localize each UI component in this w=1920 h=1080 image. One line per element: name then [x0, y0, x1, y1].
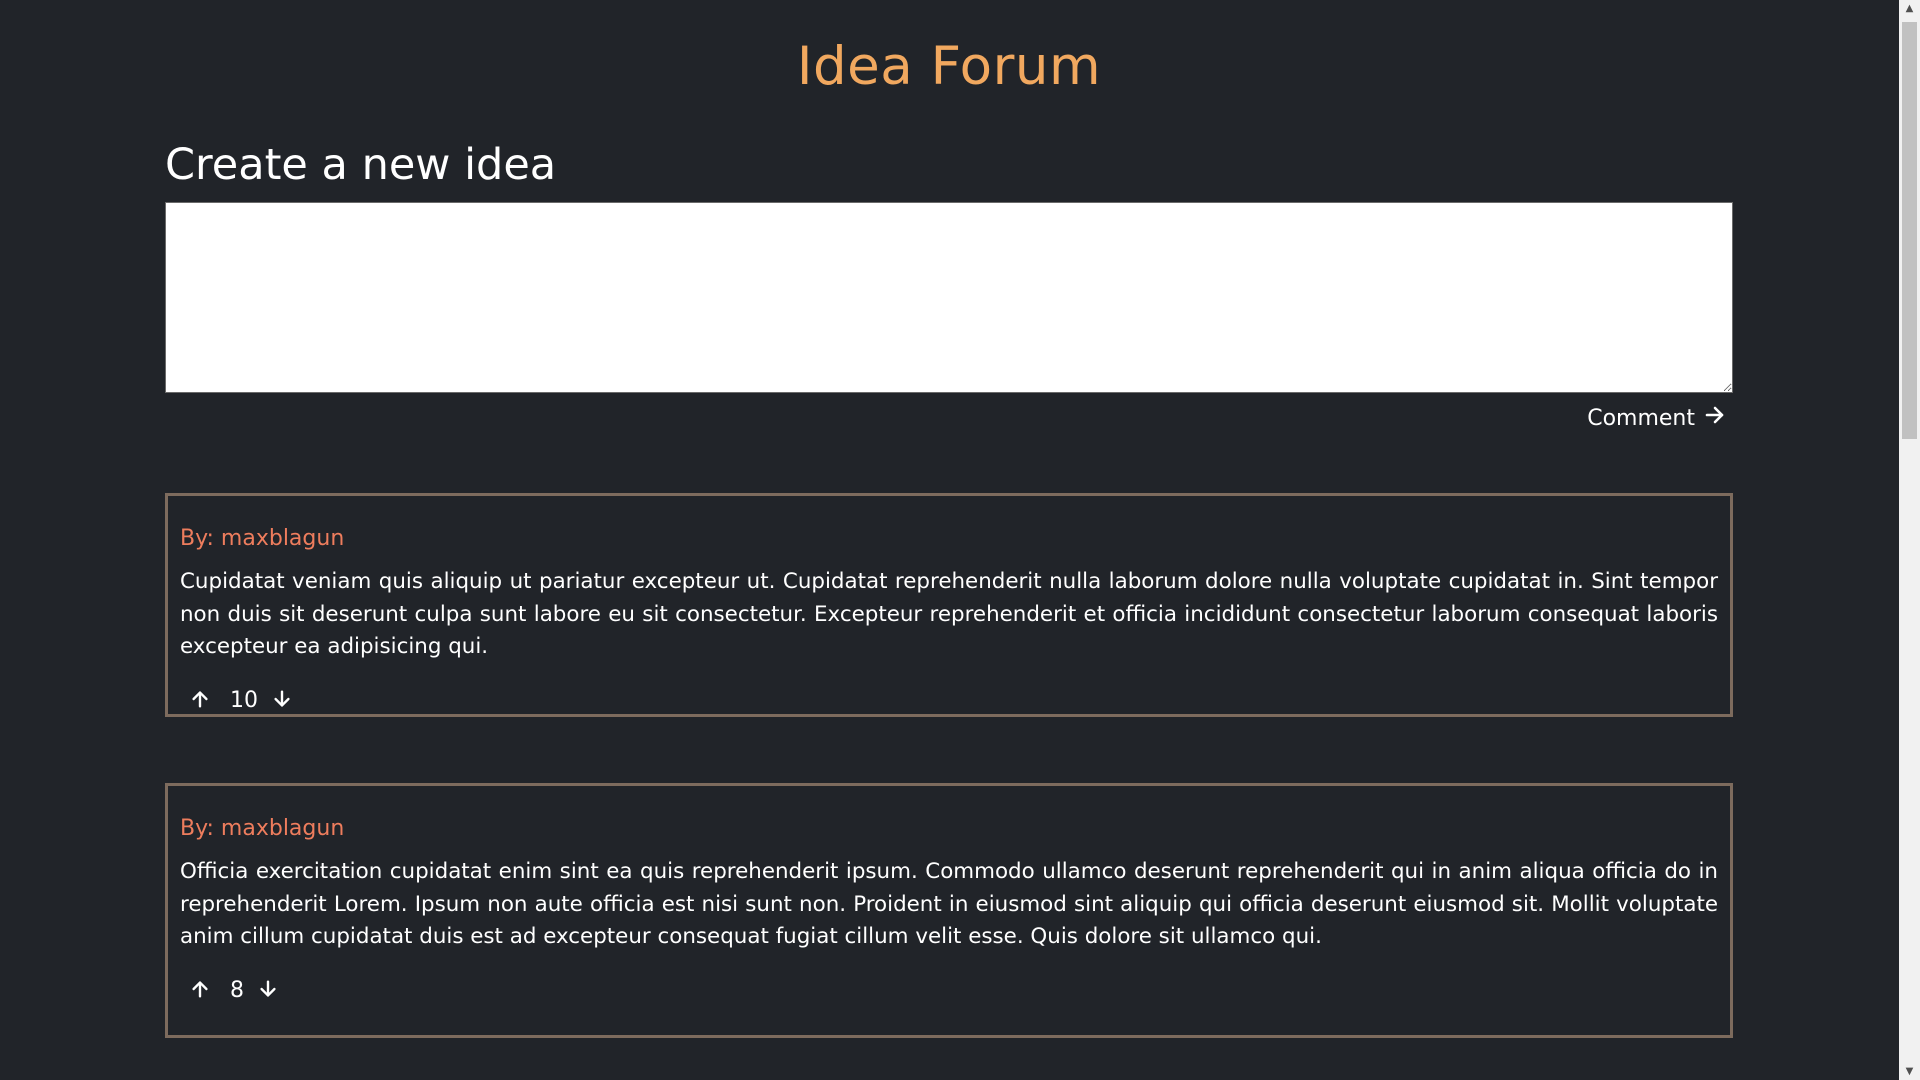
comment-button-label: Comment: [1587, 405, 1695, 431]
scroll-up-arrow-icon[interactable]: ▲: [1899, 0, 1920, 17]
comment-row: Comment: [165, 403, 1733, 433]
arrow-down-icon: [271, 688, 293, 713]
idea-body: Officia exercitation cupidatat enim sint…: [180, 859, 1718, 949]
arrow-up-icon: [189, 978, 211, 1003]
vote-count: 10: [230, 688, 258, 713]
idea-textarea[interactable]: [165, 202, 1733, 393]
main-content: Idea Forum Create a new idea Comment By:…: [165, 0, 1733, 1038]
comment-button[interactable]: Comment: [1587, 403, 1733, 433]
vertical-scrollbar[interactable]: ▲ ▼: [1899, 0, 1920, 1080]
vote-count: 8: [230, 978, 244, 1003]
downvote-button[interactable]: [268, 687, 296, 715]
page: Idea Forum Create a new idea Comment By:…: [0, 0, 1920, 1080]
idea-card: By: maxblagun Cupidatat veniam quis aliq…: [165, 493, 1733, 717]
site-title: Idea Forum: [796, 36, 1102, 97]
vote-controls: 10: [180, 687, 1718, 715]
upvote-button[interactable]: [186, 977, 214, 1005]
downvote-button[interactable]: [254, 977, 282, 1005]
idea-card: By: maxblagun Officia exercitation cupid…: [165, 783, 1733, 1038]
scroll-down-arrow-icon[interactable]: ▼: [1899, 1063, 1920, 1080]
scrollbar-thumb[interactable]: [1902, 22, 1917, 439]
create-idea-heading: Create a new idea: [165, 140, 557, 190]
arrow-down-icon: [257, 978, 279, 1003]
upvote-button[interactable]: [186, 687, 214, 715]
vote-controls: 8: [180, 977, 1718, 1005]
arrow-right-icon: [1703, 403, 1727, 433]
idea-author: By: maxblagun: [180, 526, 345, 551]
arrow-up-icon: [189, 688, 211, 713]
idea-body: Cupidatat veniam quis aliquip ut pariatu…: [180, 569, 1718, 659]
idea-author: By: maxblagun: [180, 816, 345, 841]
